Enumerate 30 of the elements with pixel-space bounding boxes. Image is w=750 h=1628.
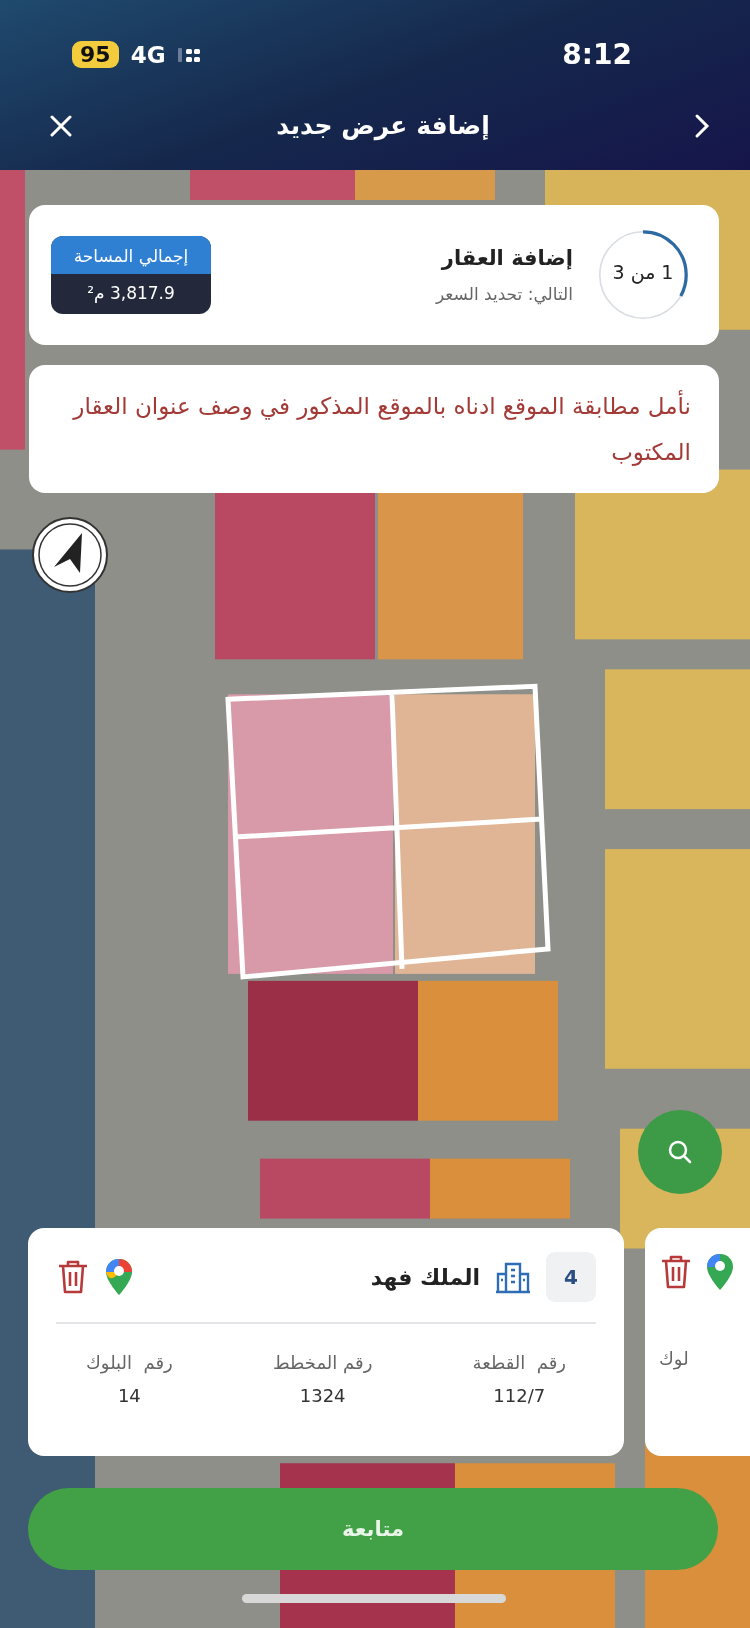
close-icon[interactable]	[50, 114, 72, 137]
field-value: 14	[117, 1385, 141, 1406]
screen-title: إضافة عرض جديد	[276, 111, 490, 140]
step-title: إضافة العقار	[441, 246, 573, 270]
search-icon	[667, 1139, 693, 1165]
next-step-text: التالي: تحديد السعر	[435, 284, 573, 304]
map-pin-icon[interactable]	[705, 1252, 735, 1292]
map-pin-icon[interactable]	[104, 1257, 134, 1297]
field-value: 112/7	[493, 1385, 546, 1406]
continue-button[interactable]: متابعة	[28, 1488, 718, 1570]
network-type: 4G	[130, 41, 166, 68]
notice-text: نأمل مطابقة الموقع ادناه بالموقع المذكور في وصف عنوان العقار المكتوب	[57, 383, 691, 475]
signal-icon	[177, 45, 202, 64]
street-name: الملك فهد	[370, 1264, 480, 1290]
trash-icon[interactable]	[56, 1259, 90, 1295]
battery-level: 95	[72, 41, 119, 68]
field-label: رقم القطعة	[472, 1352, 566, 1373]
field-label: رقم البلوك	[86, 1352, 173, 1373]
field-label: رقم المخطط	[272, 1352, 373, 1373]
step-counter: 1 من 3	[611, 261, 675, 283]
field-label: لوك	[659, 1348, 689, 1369]
property-number: 4	[546, 1252, 596, 1302]
compass-icon[interactable]	[30, 515, 110, 595]
building-icon	[494, 1260, 532, 1294]
trash-icon[interactable]	[659, 1254, 693, 1290]
total-area-label: إجمالي المساحة	[51, 236, 211, 274]
clock-time: 8:12	[562, 38, 632, 71]
total-area-value: 3,817.9 م²	[86, 282, 176, 305]
chevron-right-icon[interactable]	[694, 112, 710, 139]
field-value: 1324	[299, 1385, 346, 1406]
